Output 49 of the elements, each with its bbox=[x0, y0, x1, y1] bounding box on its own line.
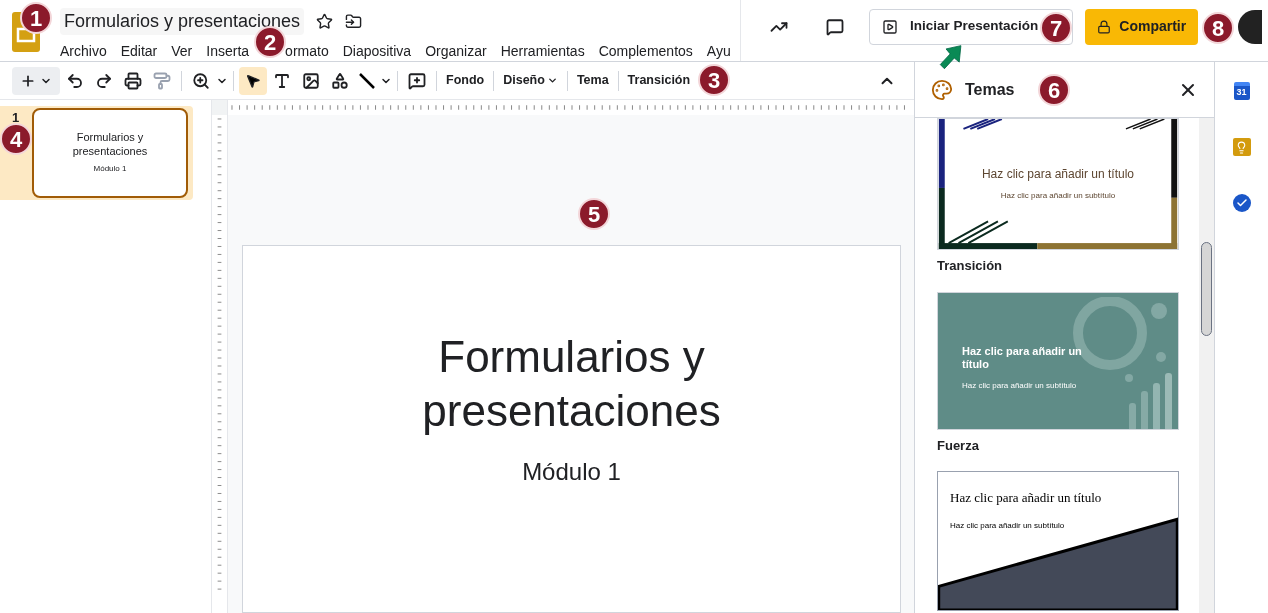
menu-item[interactable]: Editar bbox=[120, 41, 158, 62]
theme-thumbnail[interactable]: Haz clic para añadir un título Haz clic para añadir un subtítulo bbox=[937, 471, 1179, 611]
theme-title: Haz clic para añadir un título bbox=[981, 166, 1135, 182]
toolbar-button[interactable]: Transición bbox=[623, 71, 695, 90]
menu-item[interactable]: Inserta bbox=[206, 41, 250, 62]
slide-subtitle[interactable]: Módulo 1 bbox=[522, 454, 621, 490]
slide-title[interactable]: Formularios y presentaciones bbox=[391, 330, 752, 438]
menu-item[interactable]: Herramientas bbox=[500, 41, 585, 62]
share-button[interactable]: Compartir bbox=[1085, 8, 1199, 45]
theme-subtitle: Haz clic para añadir un subtítulo bbox=[962, 380, 1078, 392]
step-badge: 2 bbox=[254, 26, 286, 58]
avatar[interactable] bbox=[1238, 9, 1263, 44]
theme-title: Haz clic para añadir un título bbox=[950, 489, 1102, 507]
theme-name: Fuerza bbox=[937, 436, 980, 455]
menu-item[interactable]: Ver bbox=[171, 41, 193, 62]
menu-item[interactable]: Archivo bbox=[60, 41, 107, 62]
new-slide-button[interactable] bbox=[12, 66, 60, 95]
toolbar-button[interactable]: Diseño bbox=[499, 71, 562, 90]
palette-icon bbox=[931, 78, 953, 101]
calendar-icon[interactable]: 31 bbox=[1233, 82, 1250, 100]
toolbar-button[interactable]: Fondo bbox=[442, 71, 489, 90]
play-icon bbox=[882, 18, 898, 35]
caret-icon bbox=[546, 75, 558, 86]
thumbnail-title: Formularios y presentaciones bbox=[71, 131, 149, 159]
panel-title: Temas bbox=[965, 79, 1015, 100]
thumbnail-subtitle: Módulo 1 bbox=[93, 162, 127, 175]
menu-item[interactable]: Ayu bbox=[706, 41, 731, 62]
menu-item[interactable]: Organizar bbox=[425, 41, 487, 62]
scrollbar-thumb[interactable] bbox=[1201, 242, 1212, 336]
menu-item[interactable]: ormato bbox=[285, 41, 329, 62]
document-title[interactable]: Formularios y presentaciones bbox=[60, 8, 305, 35]
slide-thumbnail[interactable]: Formularios y presentaciones Módulo 1 bbox=[32, 108, 188, 198]
step-badge: 3 bbox=[698, 64, 730, 96]
slide-canvas[interactable]: Formularios y presentaciones Módulo 1 bbox=[242, 245, 901, 613]
theme-name: Transición bbox=[937, 257, 1004, 275]
theme-subtitle: Haz clic para añadir un subtítulo bbox=[950, 519, 1066, 532]
toolbar-button[interactable]: Tema bbox=[572, 71, 613, 90]
select-tool[interactable] bbox=[239, 66, 267, 95]
menu-item[interactable]: Complementos bbox=[598, 41, 693, 62]
star-icon[interactable] bbox=[316, 13, 334, 30]
theme-thumbnail[interactable]: Haz clic para añadir un título Haz clic para añadir un subtítulo bbox=[937, 291, 1179, 430]
menu-item[interactable]: Diapositiva bbox=[342, 41, 412, 62]
step-badge: 1 bbox=[20, 2, 52, 34]
theme-thumbnail[interactable]: Haz clic para añadir un título Haz clic para añadir un subtítulo bbox=[937, 118, 1179, 250]
folder-icon[interactable] bbox=[345, 13, 363, 30]
lock-icon bbox=[1097, 19, 1112, 34]
pointer-icon bbox=[245, 72, 261, 89]
theme-title: Haz clic para añadir un título bbox=[962, 344, 1082, 372]
theme-subtitle: Haz clic para añadir un subtítulo bbox=[1000, 189, 1116, 202]
